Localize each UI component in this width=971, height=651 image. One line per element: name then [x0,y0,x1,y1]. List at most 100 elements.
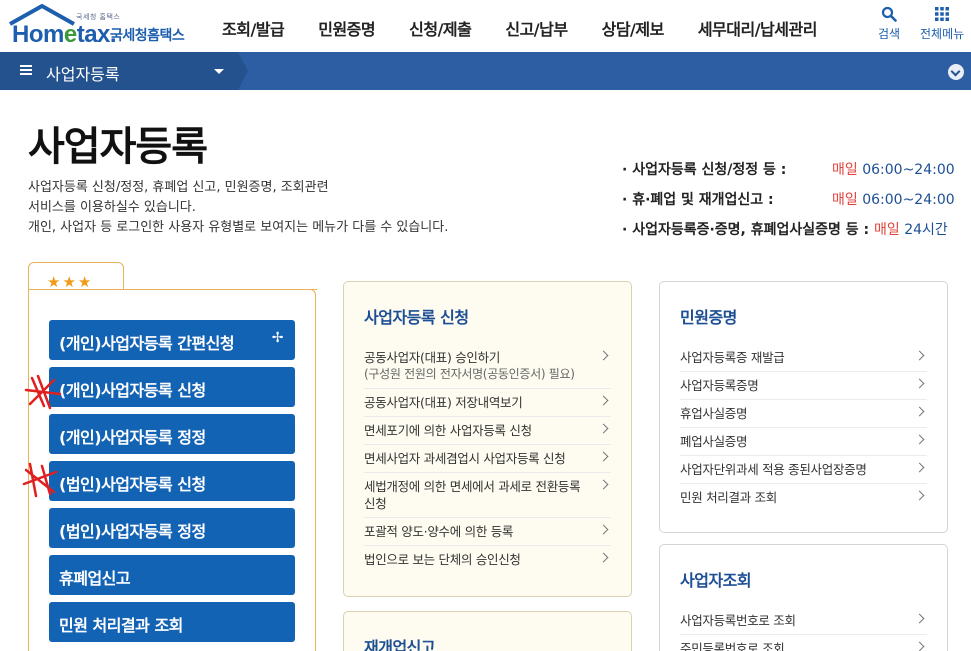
item-label: 사업자등록번호로 조회 [680,613,796,628]
list-item[interactable]: 휴업사실증명 [680,400,927,428]
card-business-apply: 사업자등록 신청 공동사업자(대표) 승인하기 (구성원 전원의 전자서명(공동… [343,281,632,597]
chevron-down-circle-icon[interactable] [948,64,964,80]
fav-button-personal-correct[interactable]: (개인)사업자등록 정정 [49,414,295,454]
list-item[interactable]: 사업자단위과세 적용 종된사업장증명 [680,456,927,484]
item-label: 사업자등록증 재발급 [680,350,785,365]
card-item-list: 공동사업자(대표) 승인하기 (구성원 전원의 전자서명(공동인증서) 필요) … [364,344,611,573]
red-star-annotation [24,374,62,410]
fav-button-corporate-apply[interactable]: (법인)사업자등록 신청 [49,461,295,501]
gnb-item-apply[interactable]: 신청/제출 [409,16,472,40]
item-label: 공동사업자(대표) 승인하기 [364,350,501,365]
list-item[interactable]: 사업자등록증명 [680,372,927,400]
hours-label: · 사업자등록 신청/정정 등 : [622,162,787,178]
page-description: 사업자등록 신청/정정, 휴폐업 신고, 민원증명, 조회관련 서비스를 이용하… [28,178,448,238]
item-label: 법인으로 보는 단체의 승인신청 [364,552,521,567]
chevron-right-icon [914,641,925,651]
list-item[interactable]: 공동사업자(대표) 저장내역보기 [364,389,611,417]
hamburger-icon [20,65,32,75]
item-label: 면세포기에 의한 사업자등록 신청 [364,423,532,438]
card-reopen: 재개업신고 [343,611,632,651]
logo-korean: 국세청홈택스 [110,28,185,44]
hours-label: · 사업자등록증·증명, 휴폐업사실증명 등 : [622,222,870,238]
all-menu-button[interactable]: 전체메뉴 [920,6,964,42]
chevron-right-icon [914,378,925,389]
service-hours: · 사업자등록 신청/정정 등 : 매일 06:00~24:00 · 휴·폐업 … [622,156,955,246]
fav-button-personal-apply[interactable]: (개인)사업자등록 신청 [49,367,295,407]
search-button[interactable]: 검색 [878,6,900,42]
item-label: 사업자단위과세 적용 종된사업장증명 [680,462,867,477]
card-title: 민원증명 [680,308,737,327]
list-item[interactable]: 세법개정에 의한 면세에서 과세로 전환등록 신청 [364,473,611,518]
list-item[interactable]: 폐업사실증명 [680,428,927,456]
desc-line: 사업자등록 신청/정정, 휴폐업 신고, 민원증명, 조회관련 [28,180,329,195]
list-item[interactable]: 면세포기에 의한 사업자등록 신청 [364,417,611,445]
gnb-item-inquiry[interactable]: 조회/발급 [222,16,285,40]
hours-value: 매일 06:00~24:00 [832,192,955,208]
gnb-item-report[interactable]: 신고/납부 [505,16,568,40]
fav-button-closure[interactable]: 휴폐업신고 [49,555,295,595]
pin-icon[interactable]: ✢ [272,330,284,346]
breadcrumb-arrow [238,52,248,90]
item-label: 휴업사실증명 [680,406,748,421]
hours-value: 매일 06:00~24:00 [832,162,955,178]
fav-button-label: 민원 처리결과 조회 [59,616,183,635]
item-sublabel: (구성원 전원의 전자서명(공동인증서) 필요) [364,367,575,381]
chevron-right-icon [598,451,609,462]
search-icon [881,6,897,22]
fav-button-label: 휴폐업신고 [59,569,131,588]
fav-button-result[interactable]: 민원 처리결과 조회 [49,602,295,642]
card-title: 재개업신고 [364,638,436,651]
chevron-right-icon [914,350,925,361]
hometax-logo[interactable]: 국세청 홈택스 Hometax. 국세청홈택스 [8,4,193,48]
item-label: 면세사업자 과세겸업시 사업자등록 신청 [364,451,566,466]
global-nav: 조회/발급 민원증명 신청/제출 신고/납부 상담/제보 세무대리/납세관리 [222,16,851,40]
favorites-tab[interactable]: ★★★ [28,262,124,292]
list-item[interactable]: 사업자등록번호로 조회 [680,607,927,635]
fav-button-label: (개인)사업자등록 간편신청 [59,334,235,353]
list-item[interactable]: 민원 처리결과 조회 [680,484,927,511]
gnb-item-agent[interactable]: 세무대리/납세관리 [698,16,818,40]
top-header: 국세청 홈택스 Hometax. 국세청홈택스 조회/발급 민원증명 신청/제출… [0,0,971,52]
card-business-lookup: 사업자조회 사업자등록번호로 조회 주민등록번호로 조회 [659,544,948,651]
logo-brand: Hometax. [12,21,117,48]
list-item[interactable]: 사업자등록증 재발급 [680,344,927,372]
item-label: 공동사업자(대표) 저장내역보기 [364,395,523,410]
chevron-right-icon [598,524,609,535]
item-label: 세법개정에 의한 면세에서 과세로 전환등록 신청 [364,479,581,511]
desc-line: 개인, 사업자 등 로그인한 사용자 유형별로 보여지는 메뉴가 다를 수 있습… [28,220,449,235]
location-bar: 사업자등록 [0,52,971,90]
card-title: 사업자조회 [680,571,752,590]
fav-button-simple-apply[interactable]: (개인)사업자등록 간편신청 ✢ [49,320,295,360]
search-label: 검색 [878,27,901,41]
fav-button-corporate-correct[interactable]: (법인)사업자등록 정정 [49,508,295,548]
item-label: 사업자등록증명 [680,378,759,393]
chevron-right-icon [598,395,609,406]
all-menu-label: 전체메뉴 [920,27,965,41]
hours-row: · 휴·폐업 및 재개업신고 : 매일 06:00~24:00 [622,186,955,216]
card-title: 사업자등록 신청 [364,308,469,327]
list-item[interactable]: 주민등록번호로 조회 [680,635,927,651]
gnb-item-consult[interactable]: 상담/제보 [602,16,665,40]
card-certificate: 민원증명 사업자등록증 재발급 사업자등록증명 휴업사실증명 폐업사실증명 사업… [659,281,948,533]
hours-value: 매일 24시간 [874,222,948,238]
list-item[interactable]: 법인으로 보는 단체의 승인신청 [364,546,611,573]
list-item[interactable]: 공동사업자(대표) 승인하기 (구성원 전원의 전자서명(공동인증서) 필요) [364,344,611,389]
gnb-item-certificate[interactable]: 민원증명 [318,16,375,40]
item-label: 민원 처리결과 조회 [680,490,777,505]
item-label: 주민등록번호로 조회 [680,641,785,651]
chevron-right-icon [598,423,609,434]
fav-button-label: (법인)사업자등록 정정 [59,522,206,541]
breadcrumb-current: 사업자등록 [46,65,120,84]
chevron-right-icon [914,490,925,501]
fav-button-label: (개인)사업자등록 신청 [59,381,206,400]
chevron-right-icon [598,350,609,361]
list-item[interactable]: 포괄적 양도·양수에 의한 등록 [364,518,611,546]
breadcrumb-dropdown[interactable]: 사업자등록 [0,52,238,90]
chevron-right-icon [598,479,609,490]
list-item[interactable]: 면세사업자 과세겸업시 사업자등록 신청 [364,445,611,473]
chevron-right-icon [914,434,925,445]
hours-label: · 휴·폐업 및 재개업신고 : [622,192,774,208]
item-label: 폐업사실증명 [680,434,748,449]
fav-button-label: (개인)사업자등록 정정 [59,428,206,447]
fav-button-label: (법인)사업자등록 신청 [59,475,206,494]
